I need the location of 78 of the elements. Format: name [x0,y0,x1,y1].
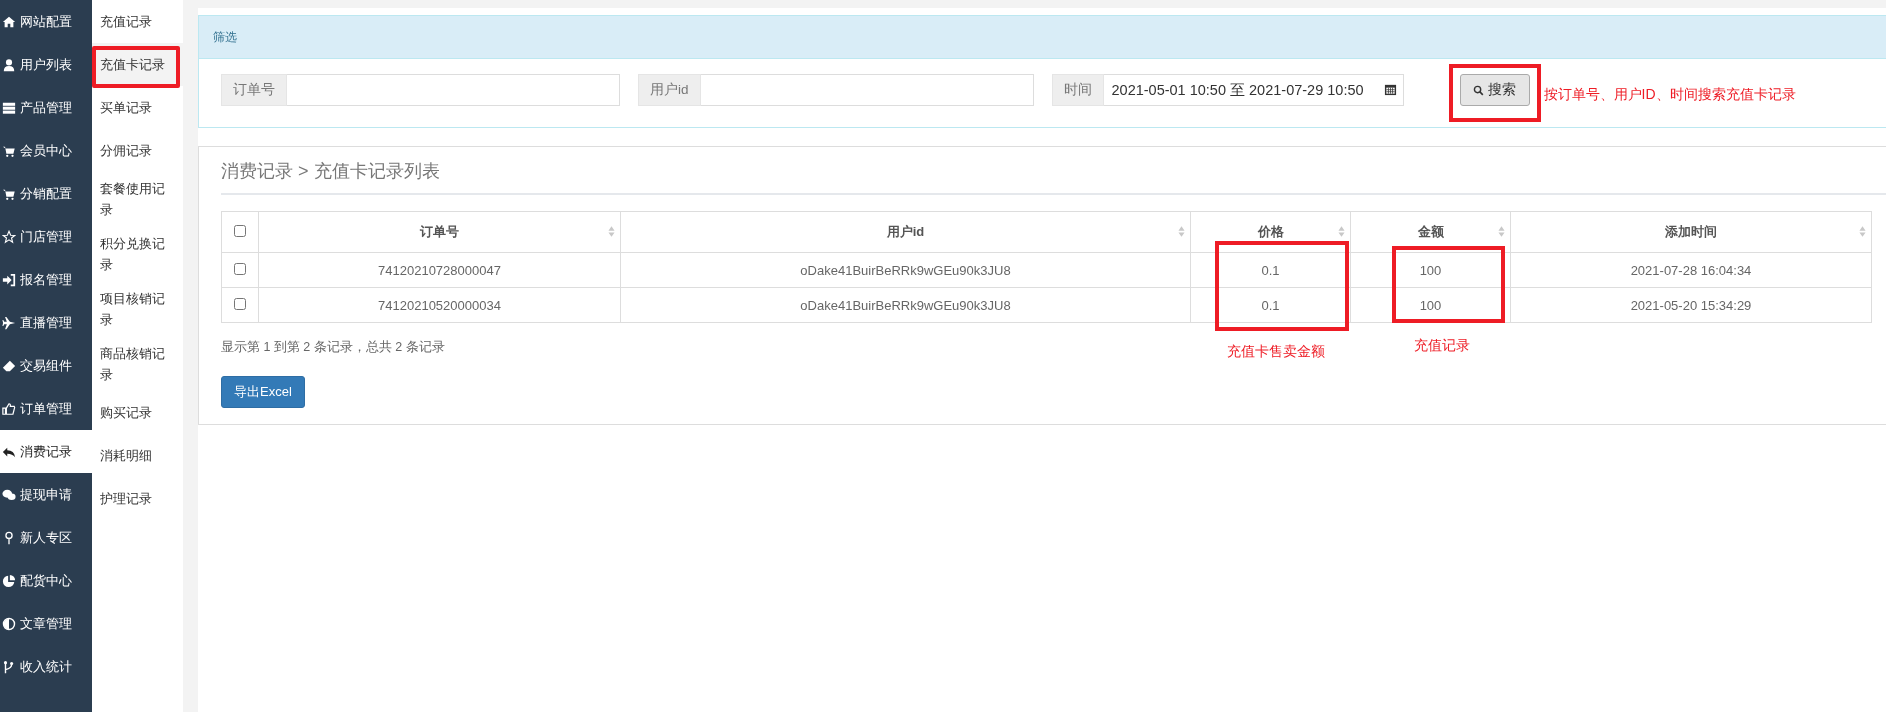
submenu-item[interactable]: 商品核销记录 [92,336,183,392]
chat-bubbles-icon [2,487,16,502]
row-checkbox[interactable] [234,297,246,310]
submenu-item[interactable]: 购买记录 [92,391,183,435]
thumb-icon [2,401,16,416]
sidebar-item[interactable]: 会员中心 [0,129,92,172]
table-cell: 74120210728000047 [258,252,621,288]
column-header[interactable]: 订单号 [258,211,621,253]
sidebar-item[interactable]: 订单管理 [0,387,92,430]
branch-icon [2,659,16,674]
submenu-item[interactable]: 积分兑换记录 [92,226,183,282]
annotation-text: 充值卡售卖金额 [1227,343,1325,361]
field-label: 订单号 [221,74,287,106]
submenu-item[interactable]: 充值记录 [92,0,183,43]
annotation-text: 充值记录 [1414,337,1470,355]
pin-icon [2,530,16,545]
field-label: 用户id [638,74,701,106]
sidebar-item[interactable]: 提现申请 [0,473,92,516]
table-cell: 100 [1350,287,1511,323]
sidebar-item[interactable]: 用户列表 [0,43,92,86]
table-cell: 2021-05-20 15:34:29 [1510,287,1872,323]
sidebar-item[interactable]: 消费记录 [0,430,92,473]
sidebar-item[interactable]: 文章管理 [0,602,92,645]
sort-icon [1498,225,1505,238]
sidebar-item[interactable]: 网站配置 [0,0,92,43]
table-cell: 0.1 [1190,252,1351,288]
pie-chart-icon [2,573,16,588]
submenu-item[interactable]: 消耗明细 [92,434,183,478]
column-header[interactable]: 价格 [1190,211,1351,253]
column-header[interactable]: 金额 [1350,211,1511,253]
sort-icon [1178,225,1185,238]
sidebar-item[interactable]: 门店管理 [0,215,92,258]
submenu-item[interactable]: 护理记录 [92,477,183,521]
submenu-item[interactable]: 套餐使用记录 [92,172,183,227]
input-field[interactable]: 2021-05-01 10:50 至 2021-07-29 10:50 [1103,74,1404,106]
sign-in-icon [2,272,16,287]
annotation-text: 按订单号、用户ID、时间搜索充值卡记录 [1543,86,1796,104]
table-cell: oDake41BuirBeRRk9wGEu90k3JU8 [620,252,1191,288]
sidebar-item[interactable]: 新人专区 [0,516,92,559]
breadcrumb: 消费记录 > 充值卡记录列表 [221,147,1886,195]
star-icon [2,229,16,244]
input-field[interactable] [287,74,620,106]
sort-icon [608,225,615,238]
home-icon [2,14,16,29]
table-cell: 74120210520000034 [258,287,621,323]
contrast-icon [2,616,16,631]
sidebar-item[interactable]: 报名管理 [0,258,92,301]
submenu-item[interactable]: 分佣记录 [92,129,183,172]
sidebar-item[interactable]: 分销配置 [0,172,92,215]
sort-icon [1859,225,1866,238]
row-checkbox[interactable] [234,262,246,275]
submenu-item[interactable]: 项目核销记录 [92,281,183,337]
sort-icon [1338,225,1345,238]
sidebar-item[interactable]: 配货中心 [0,559,92,602]
select-all-checkbox[interactable] [234,224,246,237]
column-header[interactable]: 添加时间 [1510,211,1872,253]
table-cell: 0.1 [1190,287,1351,323]
table-cell: oDake41BuirBeRRk9wGEu90k3JU8 [620,287,1191,323]
pagination-info: 显示第 1 到第 2 条记录，总共 2 条记录 [221,339,445,356]
sidebar-item[interactable]: 收入统计 [0,645,92,688]
field-label: 时间 [1051,74,1104,106]
table-cell: 2021-07-28 16:04:34 [1510,252,1872,288]
input-field[interactable] [700,74,1034,106]
table-cell: 100 [1350,252,1511,288]
server-icon [2,100,16,115]
sidebar-item[interactable]: 产品管理 [0,86,92,129]
panel-title: 筛选 [213,28,237,46]
column-header[interactable]: 用户id [620,211,1191,253]
eraser-icon [2,358,16,373]
export-button[interactable]: 导出Excel [221,376,305,408]
search-button[interactable]: 搜索 [1459,74,1530,106]
sidebar-item[interactable]: 交易组件 [0,344,92,387]
submenu-item[interactable]: 买单记录 [92,86,183,129]
user-icon [2,57,16,72]
calendar-icon [1383,83,1397,96]
plane-icon [2,315,16,330]
search-icon [1473,84,1484,96]
sidebar-item[interactable]: 直播管理 [0,301,92,344]
